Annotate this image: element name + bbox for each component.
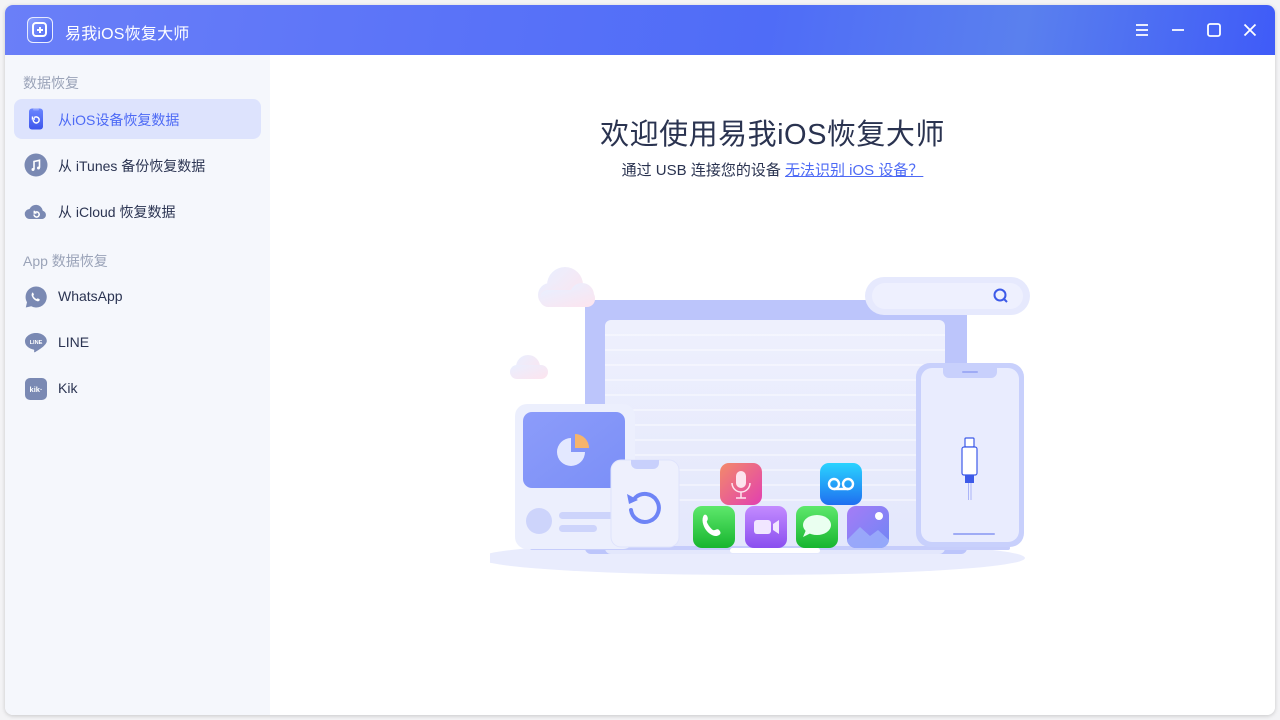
sidebar-item-itunes[interactable]: 从 iTunes 备份恢复数据	[14, 145, 261, 185]
sidebar-item-kik[interactable]: kik· Kik	[14, 369, 261, 409]
svg-text:kik·: kik·	[30, 385, 43, 394]
sidebar-item-ios-device[interactable]: 从iOS设备恢复数据	[14, 99, 261, 139]
minimize-icon	[1172, 29, 1184, 31]
sidebar-item-label: 从 iCloud 恢复数据	[58, 204, 176, 220]
section-label-app-recovery: App 数据恢复	[23, 253, 108, 269]
search-bar-graphic	[865, 277, 1030, 315]
hamburger-menu-icon	[1136, 24, 1148, 36]
app-title: 易我iOS恢复大师	[65, 26, 190, 43]
phone-graphic	[916, 363, 1024, 547]
connect-device-illustration	[490, 267, 1030, 575]
sidebar-item-line[interactable]: LINE LINE	[14, 323, 261, 363]
app-icon-voice-memo	[720, 463, 762, 505]
sidebar-item-label: WhatsApp	[58, 288, 123, 304]
maximize-button[interactable]	[1203, 19, 1225, 41]
section-label-data-recovery: 数据恢复	[23, 75, 79, 91]
app-icon-facetime	[745, 506, 787, 548]
connect-instruction: 通过 USB 连接您的设备	[621, 162, 781, 179]
line-icon: LINE	[25, 333, 47, 353]
main-content: 欢迎使用易我iOS恢复大师 通过 USB 连接您的设备 无法识别 iOS 设备？	[270, 55, 1275, 715]
icloud-icon	[24, 204, 46, 220]
menu-button[interactable]	[1131, 19, 1153, 41]
maximize-icon	[1207, 23, 1221, 37]
close-button[interactable]	[1239, 19, 1261, 41]
title-bar[interactable]: 易我iOS恢复大师	[5, 5, 1275, 55]
cloud-small	[510, 355, 548, 379]
svg-text:LINE: LINE	[30, 340, 43, 346]
app-icon-phone	[693, 506, 735, 548]
sidebar-item-label: Kik	[58, 380, 78, 396]
welcome-title: 欢迎使用易我iOS恢复大师	[600, 119, 945, 151]
cannot-recognize-device-link[interactable]: 无法识别 iOS 设备？	[785, 162, 923, 179]
close-icon	[1243, 23, 1257, 37]
sidebar: 数据恢复 从iOS设备恢复数据 从 iTunes 备份恢复数据 从 iCloud…	[5, 55, 270, 715]
ios-device-icon	[29, 108, 43, 130]
app-icon-voicemail	[820, 463, 862, 505]
sidebar-item-label: LINE	[58, 334, 90, 350]
sidebar-item-whatsapp[interactable]: WhatsApp	[14, 277, 261, 317]
app-icon-messages	[796, 506, 838, 548]
whatsapp-icon	[25, 286, 47, 308]
cloud-large	[538, 267, 595, 307]
sidebar-item-icloud[interactable]: 从 iCloud 恢复数据	[14, 191, 261, 231]
restore-card-graphic	[610, 459, 680, 548]
app-window: 易我iOS恢复大师 数据恢复 从iOS设备恢复数据 从 iTunes 备份恢复数…	[5, 5, 1275, 715]
itunes-music-icon	[24, 153, 48, 177]
sidebar-item-label: 从iOS设备恢复数据	[58, 112, 180, 128]
minimize-button[interactable]	[1167, 19, 1189, 41]
app-icon-photos	[847, 506, 889, 549]
kik-icon: kik·	[25, 378, 47, 400]
sidebar-item-label: 从 iTunes 备份恢复数据	[58, 158, 206, 174]
welcome-subtitle: 通过 USB 连接您的设备 无法识别 iOS 设备？	[270, 159, 1275, 180]
app-logo-icon	[27, 17, 53, 43]
